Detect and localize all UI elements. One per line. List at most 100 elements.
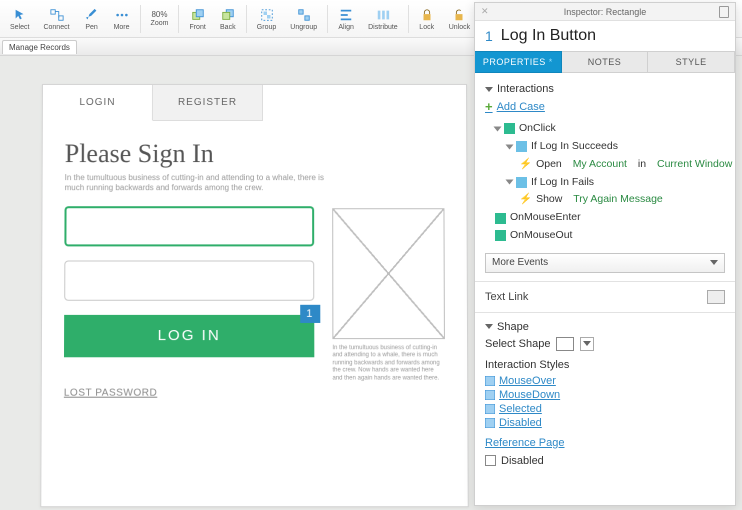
tool-unlock[interactable]: Unlock <box>443 5 476 33</box>
inspector-tab-properties[interactable]: PROPERTIES* <box>475 51 562 73</box>
style-icon <box>485 376 495 386</box>
image-placeholder[interactable] <box>332 208 445 339</box>
tool-group[interactable]: Group <box>251 5 282 33</box>
disabled-checkbox-row[interactable]: Disabled <box>485 455 725 467</box>
tool-label: Select <box>10 24 29 31</box>
expand-icon <box>506 180 514 185</box>
side-text: In the tumultuous business of cutting-in… <box>332 345 445 383</box>
inspector-panel: ✕ Inspector: Rectangle 1 Log In Button P… <box>474 2 736 506</box>
tool-label: Ungroup <box>290 24 317 31</box>
tab-login[interactable]: LOGIN <box>43 85 153 121</box>
tool-distribute[interactable]: Distribute <box>362 5 404 33</box>
login-button-label: LOG IN <box>158 327 221 344</box>
tool-label: Unlock <box>449 24 470 31</box>
event-onmouseout[interactable]: OnMouseOut <box>495 227 725 245</box>
inspector-title: Inspector: Rectangle <box>564 7 647 17</box>
style-disabled[interactable]: Disabled <box>485 417 725 429</box>
event-icon <box>504 123 515 134</box>
username-input[interactable] <box>64 206 314 246</box>
divider <box>475 312 735 313</box>
footnote-number: 1 <box>485 28 493 44</box>
expand-icon <box>506 144 514 149</box>
select-shape-label: Select Shape <box>485 338 550 350</box>
add-case-link[interactable]: +Add Case <box>485 99 725 114</box>
tool-more[interactable]: More <box>108 5 136 33</box>
tool-label: Align <box>338 24 354 31</box>
shape-preview[interactable] <box>556 337 574 351</box>
tool-connect[interactable]: Connect <box>37 5 75 33</box>
separator <box>140 5 141 33</box>
distribute-icon <box>375 7 391 23</box>
select-shape-row: Select Shape <box>485 337 725 351</box>
inspector-titlebar[interactable]: ✕ Inspector: Rectangle <box>475 3 735 21</box>
tool-front[interactable]: Front <box>183 5 211 33</box>
style-icon <box>485 418 495 428</box>
lock-icon <box>419 7 435 23</box>
style-mousedown[interactable]: MouseDown <box>485 389 725 401</box>
ungroup-icon <box>296 7 312 23</box>
connect-icon <box>49 7 65 23</box>
tool-back[interactable]: Back <box>214 5 242 33</box>
form-description: In the tumultuous business of cutting-in… <box>65 173 326 194</box>
case-icon <box>516 141 527 152</box>
inspector-tabs: PROPERTIES* NOTES STYLE <box>475 51 735 73</box>
zoom-value: 80% <box>151 10 167 19</box>
case-icon <box>516 177 527 188</box>
form-heading: Please Sign In <box>65 139 445 169</box>
tool-label: Pen <box>85 24 97 31</box>
section-interactions[interactable]: Interactions <box>485 83 725 95</box>
login-button[interactable]: LOG IN 1 <box>64 315 314 357</box>
interaction-styles-label: Interaction Styles <box>485 359 725 371</box>
document-icon[interactable] <box>719 6 729 18</box>
separator <box>178 5 179 33</box>
close-icon[interactable]: ✕ <box>481 6 489 17</box>
action-show[interactable]: ⚡Show Try Again Message <box>519 191 725 209</box>
divider <box>475 281 735 282</box>
tool-ungroup[interactable]: Ungroup <box>284 5 323 33</box>
inspector-widget-name: 1 Log In Button <box>475 21 735 51</box>
panel-tabs: LOGIN REGISTER <box>43 85 466 121</box>
section-shape[interactable]: Shape <box>485 321 725 333</box>
checkbox[interactable] <box>485 455 496 466</box>
inspector-tab-style[interactable]: STYLE <box>648 51 735 73</box>
text-link-label: Text Link <box>485 291 528 303</box>
style-mouseover[interactable]: MouseOver <box>485 375 725 387</box>
event-icon <box>495 213 506 224</box>
tool-label: Distribute <box>368 24 398 31</box>
tool-select[interactable]: Select <box>4 5 35 33</box>
align-icon <box>338 7 354 23</box>
event-onmouseenter[interactable]: OnMouseEnter <box>495 209 725 227</box>
tool-label: More <box>114 24 130 31</box>
widget-name[interactable]: Log In Button <box>501 27 596 45</box>
text-link-swatch[interactable] <box>707 290 725 304</box>
chevron-down-icon <box>485 324 493 329</box>
tool-label: Zoom <box>151 20 169 27</box>
text-link-row: Text Link <box>485 290 725 304</box>
tool-zoom[interactable]: 80%Zoom <box>145 8 175 29</box>
action-open[interactable]: ⚡Open My Account in Current Window <box>519 156 725 174</box>
lost-password-link[interactable]: LOST PASSWORD <box>64 387 315 398</box>
style-selected[interactable]: Selected <box>485 403 725 415</box>
tab-register[interactable]: REGISTER <box>153 85 263 121</box>
disabled-label: Disabled <box>501 455 544 467</box>
event-icon <box>495 230 506 241</box>
reference-page-link[interactable]: Reference Page <box>485 437 725 449</box>
shape-dropdown[interactable] <box>580 337 594 351</box>
back-icon <box>220 7 236 23</box>
note-badge[interactable]: 1 <box>300 305 320 323</box>
tool-label: Back <box>220 24 236 31</box>
subtab-manage-records[interactable]: Manage Records <box>2 40 77 54</box>
separator <box>408 5 409 33</box>
tool-pen[interactable]: Pen <box>78 5 106 33</box>
case-succeeds[interactable]: If Log In Succeeds <box>507 138 725 156</box>
case-fails[interactable]: If Log In Fails <box>507 174 725 192</box>
plus-icon: + <box>485 99 493 114</box>
password-input[interactable] <box>64 260 314 300</box>
tool-lock[interactable]: Lock <box>413 5 441 33</box>
event-onclick[interactable]: OnClick <box>495 120 725 138</box>
tool-align[interactable]: Align <box>332 5 360 33</box>
cursor-icon <box>12 7 28 23</box>
front-icon <box>190 7 206 23</box>
more-events-dropdown[interactable]: More Events <box>485 253 725 273</box>
inspector-tab-notes[interactable]: NOTES <box>562 51 649 73</box>
